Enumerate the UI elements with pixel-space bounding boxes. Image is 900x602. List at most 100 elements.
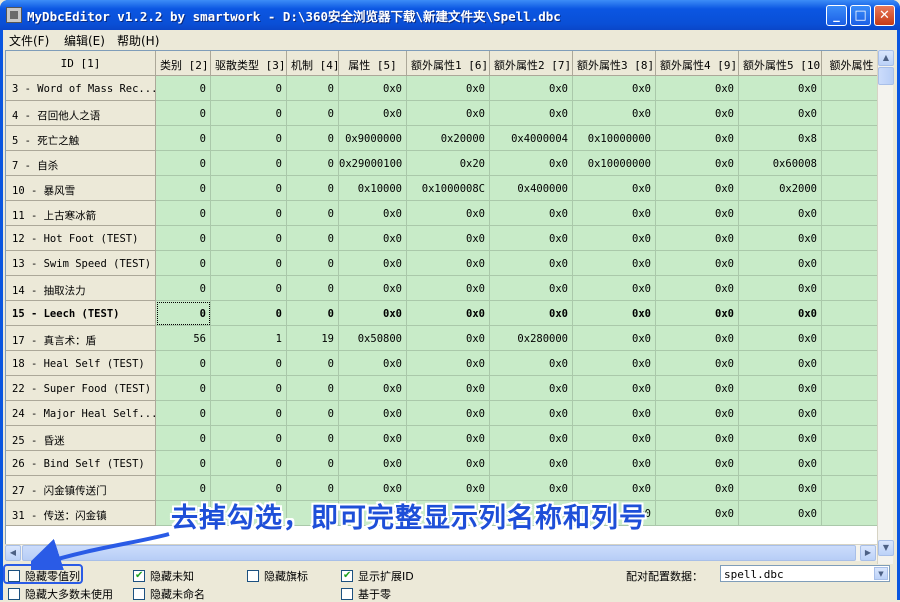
table-cell[interactable]: 0x0 (656, 351, 739, 376)
menu-edit[interactable]: 编辑(E) (64, 32, 105, 49)
table-row[interactable]: 14 - 抽取法力 0 0 0 0x0 0x0 0x0 0x0 0x0 0x0 (6, 276, 882, 301)
table-cell[interactable]: 0x0 (407, 76, 490, 101)
column-header[interactable]: 额外属性4 [9] (656, 51, 739, 76)
table-cell[interactable]: 0 (156, 451, 211, 476)
scroll-up-button[interactable]: ▲ (878, 50, 894, 66)
row-id-cell[interactable]: 11 - 上古寒冰箭 (6, 201, 156, 226)
row-id-cell[interactable]: 24 - Major Heal Self... (6, 401, 156, 426)
table-cell[interactable]: 0x0 (407, 401, 490, 426)
table-cell[interactable]: 0x0 (339, 201, 407, 226)
row-id-cell[interactable]: 12 - Hot Foot (TEST) (6, 226, 156, 251)
column-header[interactable]: ID [1] (6, 51, 156, 76)
table-cell[interactable]: 0 (211, 201, 287, 226)
table-cell[interactable]: 0 (287, 176, 339, 201)
table-cell[interactable]: 0x0 (339, 351, 407, 376)
scroll-left-button[interactable]: ◀ (5, 545, 21, 561)
table-cell[interactable]: 0x0 (339, 226, 407, 251)
table-cell[interactable] (822, 176, 882, 201)
table-cell[interactable]: 0x0 (739, 426, 822, 451)
table-cell[interactable]: 0x0 (407, 451, 490, 476)
table-cell[interactable]: 0x0 (573, 101, 656, 126)
table-cell[interactable]: 0x0 (656, 276, 739, 301)
table-cell[interactable]: 0x0 (407, 201, 490, 226)
table-row[interactable]: 5 - 死亡之触 0 0 0 0x9000000 0x20000 0x4000004 0x10… (6, 126, 882, 151)
table-cell[interactable]: 0x0 (339, 426, 407, 451)
table-cell[interactable]: 0x0 (739, 201, 822, 226)
table-row[interactable]: 24 - Major Heal Self... 0 0 0 0x0 0x0 0x0 0x0 0x… (6, 401, 882, 426)
table-cell[interactable]: 0x0 (656, 176, 739, 201)
table-cell[interactable]: 0x20 (407, 151, 490, 176)
table-cell[interactable]: 0 (211, 226, 287, 251)
table-cell[interactable]: 0x0 (490, 376, 573, 401)
table-cell[interactable]: 0x0 (407, 226, 490, 251)
table-cell[interactable]: 0 (156, 301, 211, 326)
table-cell[interactable]: 0x0 (573, 201, 656, 226)
row-id-cell[interactable]: 31 - 传送：闪金镇 (6, 501, 156, 526)
table-cell[interactable]: 0x0 (490, 151, 573, 176)
table-cell[interactable]: 0x0 (490, 351, 573, 376)
table-cell[interactable]: 0 (211, 426, 287, 451)
table-cell[interactable] (822, 276, 882, 301)
table-cell[interactable]: 0x0 (739, 401, 822, 426)
table-cell[interactable]: 0x0 (739, 251, 822, 276)
table-cell[interactable]: 0 (287, 376, 339, 401)
table-cell[interactable]: 0x10000000 (573, 126, 656, 151)
table-cell[interactable]: 0x0 (407, 351, 490, 376)
table-cell[interactable]: 0x0 (739, 76, 822, 101)
table-cell[interactable]: 0x0 (407, 251, 490, 276)
table-row[interactable]: 22 - Super Food (TEST) 0 0 0 0x0 0x0 0x0 0x0 0x0… (6, 376, 882, 401)
table-cell[interactable]: 0 (287, 201, 339, 226)
menu-file[interactable]: 文件(F) (9, 32, 49, 49)
table-cell[interactable]: 0 (287, 401, 339, 426)
row-id-cell[interactable]: 27 - 闪金镇传送门 (6, 476, 156, 501)
table-cell[interactable] (822, 351, 882, 376)
table-cell[interactable]: 0x0 (573, 426, 656, 451)
table-cell[interactable]: 0 (156, 401, 211, 426)
table-cell[interactable]: 0 (156, 201, 211, 226)
table-cell[interactable]: 0 (287, 76, 339, 101)
table-cell[interactable]: 0x0 (339, 276, 407, 301)
table-cell[interactable]: 0 (156, 176, 211, 201)
table-cell[interactable]: 0x0 (339, 401, 407, 426)
hide-unknown-checkbox[interactable]: 隐藏未知 (133, 568, 194, 584)
column-header[interactable]: 额外属性1 [6] (407, 51, 490, 76)
table-cell[interactable]: 0 (211, 176, 287, 201)
hide-zero-columns-checkbox[interactable]: 隐藏零值列 (8, 568, 80, 584)
table-cell[interactable]: 0x0 (739, 101, 822, 126)
table-cell[interactable]: 0x0 (573, 226, 656, 251)
table-row[interactable]: 11 - 上古寒冰箭 0 0 0 0x0 0x0 0x0 0x0 0x0 0x0 (6, 201, 882, 226)
table-cell[interactable]: 0x0 (656, 451, 739, 476)
row-id-cell[interactable]: 13 - Swim Speed (TEST) (6, 251, 156, 276)
minimize-button[interactable]: _ (826, 5, 847, 26)
table-cell[interactable]: 0x0 (407, 301, 490, 326)
table-cell[interactable]: 0x0 (656, 376, 739, 401)
table-cell[interactable]: 0 (156, 76, 211, 101)
table-cell[interactable]: 0 (287, 451, 339, 476)
table-cell[interactable]: 0x0 (656, 151, 739, 176)
table-cell[interactable] (822, 101, 882, 126)
table-cell[interactable]: 0x0 (656, 476, 739, 501)
table-cell[interactable] (822, 401, 882, 426)
table-cell[interactable]: 0x0 (573, 351, 656, 376)
table-cell[interactable]: 0x0 (656, 226, 739, 251)
table-cell[interactable]: 0x0 (656, 426, 739, 451)
table-cell[interactable]: 0x0 (739, 376, 822, 401)
table-cell[interactable] (822, 126, 882, 151)
row-id-cell[interactable]: 14 - 抽取法力 (6, 276, 156, 301)
column-header[interactable]: 额外属性5 [10] (739, 51, 822, 76)
column-header[interactable]: 额外属性 (822, 51, 882, 76)
table-cell[interactable] (822, 476, 882, 501)
table-cell[interactable]: 0x0 (739, 501, 822, 526)
row-id-cell[interactable]: 3 - Word of Mass Rec... (6, 76, 156, 101)
column-header[interactable]: 类别 [2] (156, 51, 211, 76)
table-cell[interactable]: 0 (156, 351, 211, 376)
vertical-scroll-thumb[interactable] (878, 67, 894, 85)
row-id-cell[interactable]: 5 - 死亡之触 (6, 126, 156, 151)
table-cell[interactable]: 0x0 (490, 401, 573, 426)
table-cell[interactable]: 0 (211, 401, 287, 426)
table-row[interactable]: 25 - 昏迷 0 0 0 0x0 0x0 0x0 0x0 0x0 0x0 (6, 426, 882, 451)
table-cell[interactable]: 0x0 (739, 301, 822, 326)
dropdown-arrow-icon[interactable]: ▼ (874, 567, 888, 580)
table-cell[interactable]: 0x20000 (407, 126, 490, 151)
table-cell[interactable]: 0x0 (339, 376, 407, 401)
